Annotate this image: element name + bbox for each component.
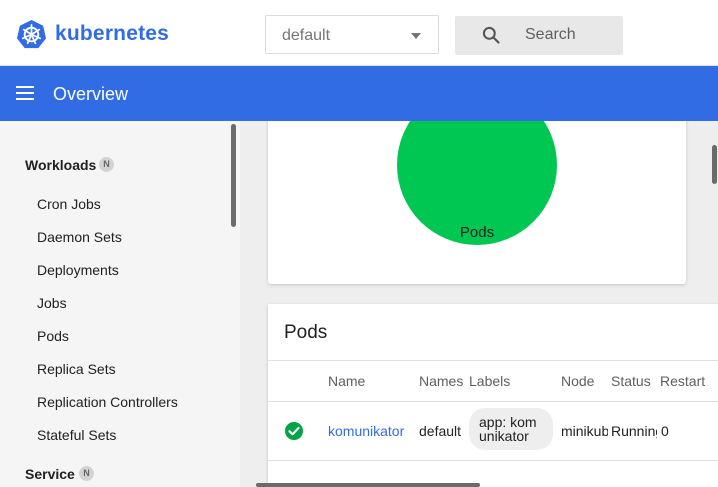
check-circle-icon — [285, 422, 303, 440]
sidebar-item-daemon-sets[interactable]: Daemon Sets — [37, 229, 122, 245]
main-content: Pods Pods Name Names Labels Node Status … — [240, 121, 718, 487]
search-input[interactable] — [525, 26, 615, 44]
sidebar-item-stateful-sets[interactable]: Stateful Sets — [37, 427, 116, 443]
pod-name[interactable]: komunikator — [328, 423, 404, 439]
pod-namespace: default — [419, 423, 462, 439]
sidebar-item-pods[interactable]: Pods — [37, 328, 69, 344]
search-box[interactable] — [455, 16, 623, 55]
divider — [268, 360, 718, 361]
column-header-node[interactable]: Node — [561, 373, 606, 389]
namespaced-badge: N — [99, 157, 114, 172]
pod-node: minikube — [561, 423, 608, 439]
sidebar-item-cron-jobs[interactable]: Cron Jobs — [37, 196, 101, 212]
sidebar-scrollbar[interactable] — [231, 124, 236, 227]
workload-status-card: Pods — [268, 121, 686, 284]
label-chip: app: kom unikator — [469, 408, 553, 450]
pie-chart-label: Pods — [459, 224, 495, 241]
chevron-down-icon — [411, 33, 421, 39]
column-header-namespace[interactable]: Names — [419, 373, 464, 389]
pod-name-link[interactable]: komunikator — [328, 423, 413, 439]
search-icon — [482, 26, 500, 44]
divider — [268, 401, 718, 402]
sidebar-item-replication-controllers[interactable]: Replication Controllers — [37, 394, 178, 410]
column-header-labels: Labels — [469, 373, 511, 389]
label-chip-line: app: kom — [479, 414, 537, 430]
pod-status: Running — [611, 423, 657, 439]
top-bar: kubernetes default — [0, 0, 718, 66]
pod-restarts: 0 — [661, 423, 669, 439]
column-header-restarts[interactable]: Restart — [660, 373, 710, 389]
page-title: Overview — [53, 84, 129, 104]
column-header-name[interactable]: Name — [328, 373, 408, 389]
toolbar: Overview — [0, 66, 718, 121]
label-chip-line: unikator — [479, 428, 529, 444]
sidebar-item-deployments[interactable]: Deployments — [37, 262, 119, 278]
sidebar-item-replica-sets[interactable]: Replica Sets — [37, 361, 116, 377]
pods-card-title: Pods — [284, 322, 328, 343]
main-scrollbar-horizontal[interactable] — [256, 483, 480, 487]
namespace-value: default — [282, 27, 331, 44]
namespace-select[interactable]: default — [265, 15, 439, 54]
sidebar-section-workloads[interactable]: Workloads — [25, 157, 96, 173]
sidebar: Workloads N Cron Jobs Daemon Sets Deploy… — [0, 121, 240, 487]
sidebar-item-jobs[interactable]: Jobs — [37, 295, 67, 311]
column-header-status[interactable]: Status — [611, 373, 656, 389]
divider — [268, 460, 718, 461]
pods-card: Pods Name Names Labels Node Status Resta… — [268, 304, 718, 487]
sidebar-section-service[interactable]: Service — [25, 466, 75, 482]
kubernetes-logo-icon[interactable] — [16, 19, 47, 50]
brand-name[interactable]: kubernetes — [55, 22, 169, 46]
main-scrollbar-vertical[interactable] — [712, 145, 717, 184]
menu-icon[interactable] — [16, 86, 34, 100]
namespaced-badge: N — [79, 466, 94, 481]
